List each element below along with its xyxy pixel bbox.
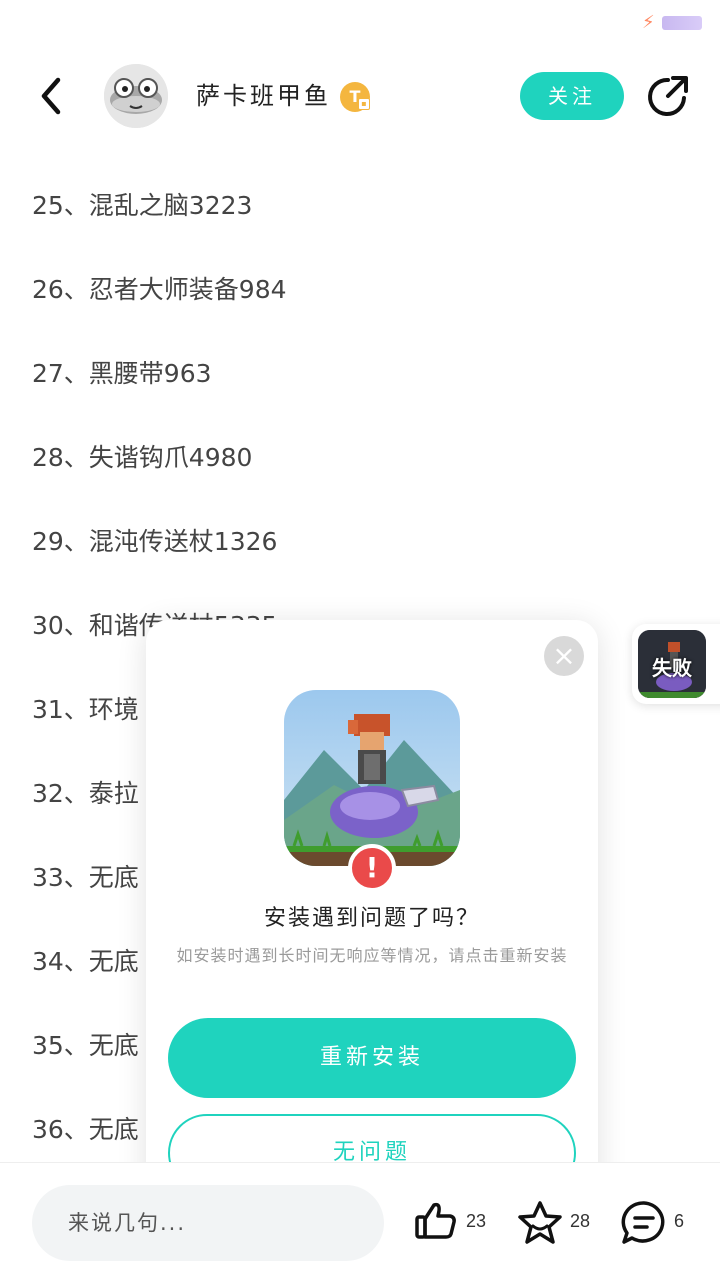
game-icon — [284, 690, 460, 866]
reinstall-button[interactable]: 重新安装 — [168, 1018, 576, 1098]
install-failed-tab[interactable]: 失败 — [632, 624, 720, 704]
list-item: 29、混沌传送杖1326 — [32, 527, 278, 556]
battery-icon — [662, 16, 702, 30]
list-item: 33、无底 — [32, 863, 139, 892]
list-item: 35、无底 — [32, 1031, 139, 1060]
comment-button[interactable]: 6 — [620, 1199, 692, 1247]
back-button[interactable] — [28, 72, 76, 120]
thumbs-up-icon — [415, 1202, 456, 1239]
list-item: 25、混乱之脑3223 — [32, 191, 253, 220]
warning-icon: ! — [348, 844, 396, 892]
like-button[interactable]: 23 — [414, 1199, 494, 1247]
bottom-action-bar: 来说几句... 23 28 6 — [0, 1162, 720, 1280]
list-item: 36、无底 — [32, 1115, 139, 1144]
charging-icon: ⚡ — [642, 12, 655, 33]
share-icon — [648, 76, 688, 116]
close-icon: × — [552, 639, 576, 672]
comment-input[interactable]: 来说几句... — [32, 1185, 384, 1261]
list-item: 31、环境 — [32, 695, 139, 724]
author-name[interactable]: 萨卡班甲鱼 — [196, 76, 331, 111]
header: 萨卡班甲鱼 T ▪ 关注 — [0, 48, 720, 148]
status-bar: ⚡ — [0, 0, 720, 48]
close-button[interactable]: × — [544, 636, 584, 676]
avatar[interactable] — [104, 64, 168, 128]
install-failed-label: 失败 — [652, 656, 692, 680]
chevron-left-icon — [41, 77, 61, 115]
fish-avatar-icon — [104, 64, 168, 128]
dialog-title: 安装遇到问题了吗？ — [263, 906, 480, 931]
follow-button[interactable]: 关注 — [520, 72, 624, 120]
list-item: 28、失谐钩爪4980 — [32, 443, 253, 472]
star-icon — [518, 1201, 562, 1244]
badge-flag-icon: ▪ — [358, 98, 370, 110]
game-thumbnail: 失败 — [638, 630, 706, 698]
favorite-button[interactable]: 28 — [516, 1199, 596, 1247]
like-count: 23 — [466, 1211, 487, 1231]
dialog-description: 如安装时遇到长时间无响应等情况，请点击重新安装 — [176, 946, 568, 965]
install-problem-dialog: × ! 安装遇到问题了吗？ 如安装时遇到长时间无响应等情况，请点击重新安装 重新… — [146, 620, 598, 1208]
comment-bubble-icon — [621, 1201, 665, 1244]
game-artwork-icon — [284, 690, 460, 866]
list-item: 26、忍者大师装备984 — [32, 275, 287, 304]
list-item: 27、黑腰带963 — [32, 359, 212, 388]
share-button[interactable] — [644, 72, 692, 120]
list-item: 32、泰拉 — [32, 779, 139, 808]
comment-count: 6 — [674, 1211, 685, 1231]
favorite-count: 28 — [570, 1211, 591, 1231]
list-item: 34、无底 — [32, 947, 139, 976]
